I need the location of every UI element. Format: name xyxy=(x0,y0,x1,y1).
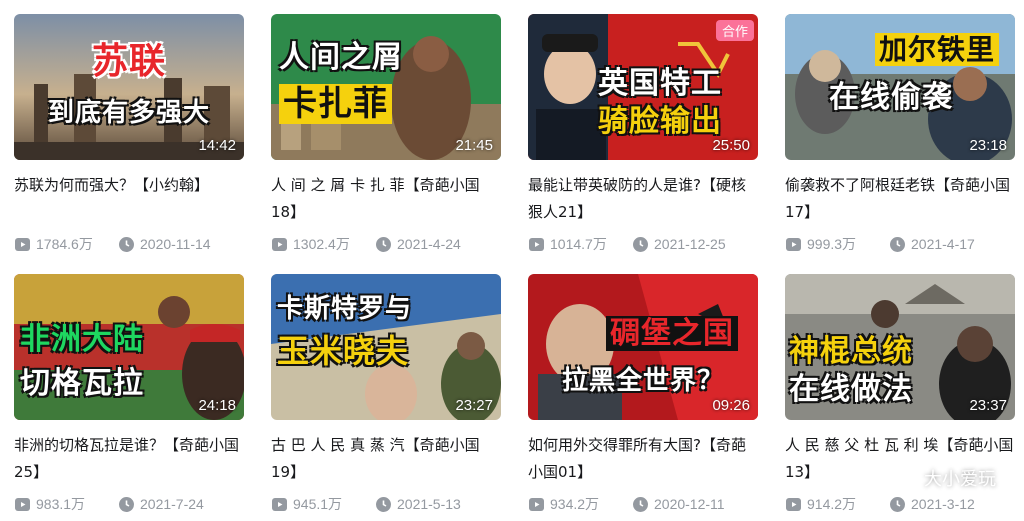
play-count-icon xyxy=(14,236,31,253)
video-card[interactable]: 英国特工 骑脸输出 合作 25:50 最能让带英破防的人是谁?【硬核狠人21】 … xyxy=(528,14,758,264)
video-duration: 09:26 xyxy=(712,397,750,414)
video-title[interactable]: 古 巴 人 民 真 蒸 汽【奇葩小国19】 xyxy=(271,432,501,486)
view-count: 945.1万 xyxy=(293,496,343,512)
video-meta: 999.3万 2021-4-17 xyxy=(785,234,1015,254)
view-count: 1302.4万 xyxy=(293,236,350,252)
thumbnail-caption-bottom: 骑脸输出 xyxy=(598,104,722,139)
video-meta: 1014.7万 2021-12-25 xyxy=(528,234,758,254)
video-card[interactable]: 加尔铁里 在线偷袭 23:18 偷袭救不了阿根廷老铁【奇葩小国17】 999.3… xyxy=(785,14,1015,264)
video-title[interactable]: 最能让带英破防的人是谁?【硬核狠人21】 xyxy=(528,172,758,226)
wechat-icon xyxy=(892,467,918,489)
watermark-text: 大小爱玩 xyxy=(924,469,996,490)
video-grid: 苏联 到底有多强大 14:42 苏联为何而强大？【小约翰】 1784.6万 20… xyxy=(14,14,1015,521)
video-duration: 25:50 xyxy=(712,137,750,154)
thumbnail-caption-bottom: 切格瓦拉 xyxy=(20,366,144,401)
video-thumbnail[interactable]: 碉堡之国 拉黑全世界？ 09:26 xyxy=(528,274,758,420)
video-thumbnail[interactable]: 加尔铁里 在线偷袭 23:18 xyxy=(785,14,1015,160)
thumbnail-caption-bottom: 在线偷袭 xyxy=(829,80,953,115)
caption-highlight: 卡扎菲 xyxy=(279,84,392,124)
caption-highlight: 碉堡之国 xyxy=(606,316,738,351)
publish-date: 2020-12-11 xyxy=(654,496,725,512)
clock-icon xyxy=(118,236,135,253)
clock-icon xyxy=(118,496,135,513)
clock-icon xyxy=(889,236,906,253)
video-thumbnail[interactable]: 人间之屑 卡扎菲 21:45 xyxy=(271,14,501,160)
play-count-icon xyxy=(271,236,288,253)
play-count-icon xyxy=(528,236,545,253)
video-thumbnail[interactable]: 苏联 到底有多强大 14:42 xyxy=(14,14,244,160)
video-card[interactable]: 碉堡之国 拉黑全世界？ 09:26 如何用外交得罪所有大国?【奇葩小国01】 9… xyxy=(528,274,758,521)
video-duration: 23:27 xyxy=(455,397,493,414)
video-meta: 1784.6万 2020-11-14 xyxy=(14,234,244,254)
publish-date: 2021-4-24 xyxy=(397,236,461,252)
thumbnail-caption-top: 卡斯特罗与 xyxy=(277,294,413,324)
video-thumbnail[interactable]: 非洲大陆 切格瓦拉 24:18 xyxy=(14,274,244,420)
publish-date: 2020-11-14 xyxy=(140,236,211,252)
publish-date: 2021-5-13 xyxy=(397,496,461,512)
play-count-icon xyxy=(271,496,288,513)
view-count: 999.3万 xyxy=(807,236,857,252)
video-card[interactable]: 人间之屑 卡扎菲 21:45 人 间 之 屑 卡 扎 菲【奇葩小国18】 130… xyxy=(271,14,501,264)
video-title[interactable]: 如何用外交得罪所有大国?【奇葩小国01】 xyxy=(528,432,758,486)
view-count: 934.2万 xyxy=(550,496,600,512)
caption-highlight: 加尔铁里 xyxy=(875,33,1000,66)
collab-badge: 合作 xyxy=(715,20,754,41)
video-meta: 914.2万 2021-3-12 xyxy=(785,494,1015,514)
video-thumbnail[interactable]: 卡斯特罗与 玉米晓夫 23:27 xyxy=(271,274,501,420)
clock-icon xyxy=(375,236,392,253)
video-card[interactable]: 卡斯特罗与 玉米晓夫 23:27 古 巴 人 民 真 蒸 汽【奇葩小国19】 9… xyxy=(271,274,501,521)
wechat-watermark: 大小爱玩 xyxy=(892,465,996,491)
video-meta: 983.1万 2021-7-24 xyxy=(14,494,244,514)
view-count: 983.1万 xyxy=(36,496,86,512)
view-count: 1014.7万 xyxy=(550,236,607,252)
publish-date: 2021-4-17 xyxy=(911,236,975,252)
thumbnail-caption-bottom: 到底有多强大 xyxy=(47,98,210,128)
video-meta: 1302.4万 2021-4-24 xyxy=(271,234,501,254)
video-title[interactable]: 人 间 之 屑 卡 扎 菲【奇葩小国18】 xyxy=(271,172,501,226)
video-title[interactable]: 苏联为何而强大？【小约翰】 xyxy=(14,172,244,226)
publish-date: 2021-12-25 xyxy=(654,236,726,252)
clock-icon xyxy=(375,496,392,513)
view-count: 1784.6万 xyxy=(36,236,93,252)
video-title[interactable]: 偷袭救不了阿根廷老铁【奇葩小国17】 xyxy=(785,172,1015,226)
video-meta: 934.2万 2020-12-11 xyxy=(528,494,758,514)
thumbnail-caption-top: 苏联 xyxy=(91,41,166,82)
clock-icon xyxy=(889,496,906,513)
video-duration: 23:37 xyxy=(969,397,1007,414)
play-count-icon xyxy=(785,236,802,253)
video-duration: 23:18 xyxy=(969,137,1007,154)
video-duration: 14:42 xyxy=(198,137,236,154)
video-meta: 945.1万 2021-5-13 xyxy=(271,494,501,514)
thumbnail-caption-top: 人间之屑 xyxy=(279,40,403,75)
view-count: 914.2万 xyxy=(807,496,857,512)
clock-icon xyxy=(632,236,649,253)
thumbnail-caption-bottom: 玉米晓夫 xyxy=(277,332,410,370)
play-count-icon xyxy=(785,496,802,513)
publish-date: 2021-3-12 xyxy=(911,496,975,512)
video-thumbnail[interactable]: 神棍总统 在线做法 23:37 xyxy=(785,274,1015,420)
thumbnail-caption-bottom: 拉黑全世界？ xyxy=(562,366,725,396)
thumbnail-caption-bottom: 卡扎菲 xyxy=(279,76,501,125)
play-count-icon xyxy=(528,496,545,513)
thumbnail-caption-top: 碉堡之国 xyxy=(606,308,758,352)
clock-icon xyxy=(632,496,649,513)
thumbnail-caption-top: 非洲大陆 xyxy=(20,322,144,357)
video-title[interactable]: 非洲的切格瓦拉是谁？【奇葩小国25】 xyxy=(14,432,244,486)
play-count-icon xyxy=(14,496,31,513)
video-card[interactable]: 苏联 到底有多强大 14:42 苏联为何而强大？【小约翰】 1784.6万 20… xyxy=(14,14,244,264)
video-card[interactable]: 非洲大陆 切格瓦拉 24:18 非洲的切格瓦拉是谁？【奇葩小国25】 983.1… xyxy=(14,274,244,521)
video-thumbnail[interactable]: 英国特工 骑脸输出 合作 25:50 xyxy=(528,14,758,160)
video-duration: 24:18 xyxy=(198,397,236,414)
thumbnail-caption-top: 加尔铁里 xyxy=(875,28,1015,68)
video-duration: 21:45 xyxy=(455,137,493,154)
publish-date: 2021-7-24 xyxy=(140,496,204,512)
